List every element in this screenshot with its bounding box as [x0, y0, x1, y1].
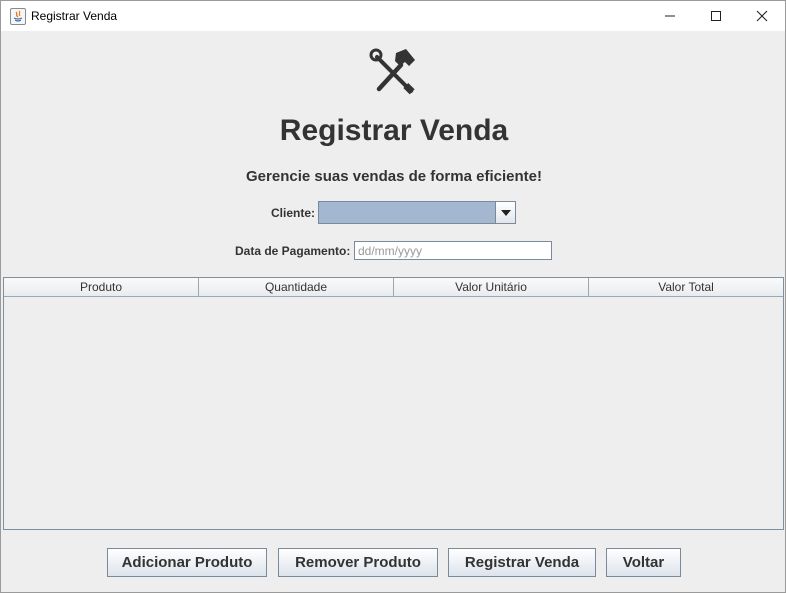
tools-icon [369, 48, 415, 95]
java-icon [10, 8, 26, 25]
combo-dropdown-button[interactable] [495, 202, 515, 223]
column-header-valor-total[interactable]: Valor Total [589, 278, 783, 297]
minimize-button[interactable] [647, 1, 693, 31]
page-title: Registrar Venda [279, 114, 509, 147]
table-header: Produto Quantidade Valor Unitário Valor … [4, 278, 783, 297]
minimize-icon [665, 15, 675, 17]
title-bar[interactable]: Registrar Venda [1, 1, 785, 31]
maximize-icon [711, 11, 721, 21]
table-body[interactable] [4, 297, 783, 529]
adicionar-produto-button[interactable]: Adicionar Produto [107, 548, 267, 577]
column-header-produto[interactable]: Produto [4, 278, 199, 297]
column-header-quantidade[interactable]: Quantidade [199, 278, 394, 297]
page-subtitle: Gerencie suas vendas de forma eficiente! [246, 168, 542, 185]
close-button[interactable] [739, 1, 785, 31]
data-pagamento-label: Data de Pagamento: [235, 244, 351, 258]
products-table[interactable]: Produto Quantidade Valor Unitário Valor … [3, 277, 784, 530]
close-icon [756, 10, 768, 22]
voltar-button[interactable]: Voltar [606, 548, 681, 577]
cliente-label: Cliente: [271, 206, 316, 220]
remover-produto-button[interactable]: Remover Produto [278, 548, 438, 577]
chevron-down-icon [500, 209, 511, 216]
column-header-valor-unitario[interactable]: Valor Unitário [394, 278, 589, 297]
window-title: Registrar Venda [31, 9, 118, 23]
data-pagamento-input[interactable] [354, 241, 552, 260]
registrar-venda-button[interactable]: Registrar Venda [448, 548, 596, 577]
maximize-button[interactable] [693, 1, 739, 31]
cliente-combobox[interactable] [318, 201, 516, 224]
app-window: Registrar Venda Registrar Venda Gerencie… [0, 0, 786, 593]
